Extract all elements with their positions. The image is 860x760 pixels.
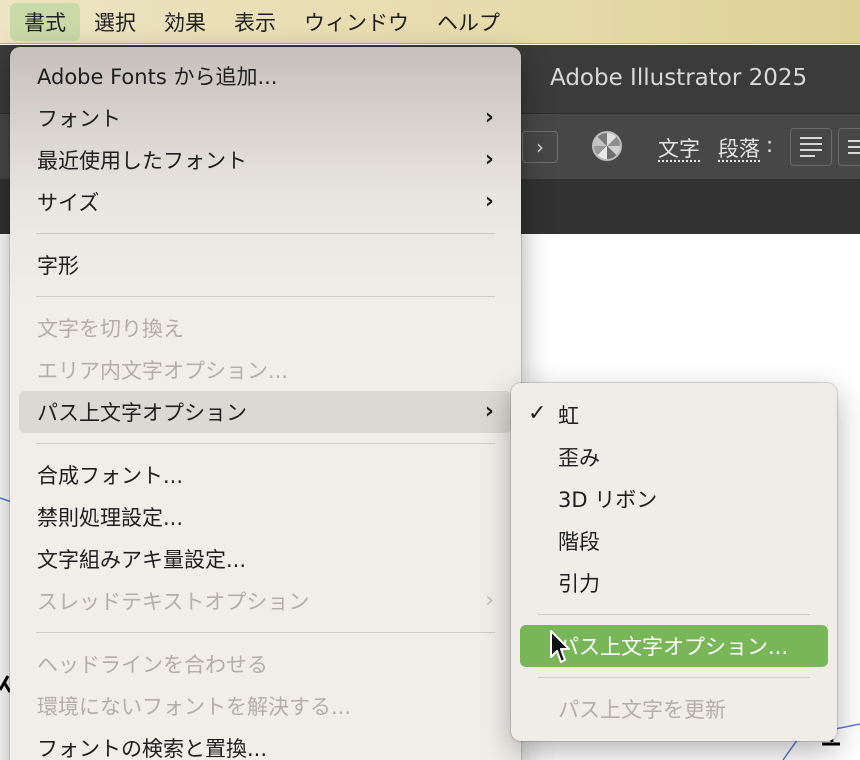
menu-item: 環境にないフォントを解決する...: [19, 685, 512, 727]
menu-item-label: スレッドテキストオプション: [37, 590, 310, 614]
menu-item-label: 文字組みアキ量設定...: [37, 548, 247, 572]
chevron-right-icon: ›: [484, 147, 494, 172]
paragraph-colon: :: [766, 133, 774, 157]
align-left-icon[interactable]: [790, 128, 832, 166]
menu-item-label: 合成フォント...: [37, 464, 184, 488]
menubar-item[interactable]: ヘルプ: [423, 3, 514, 41]
menu-item-label: 文字を切り換え: [37, 317, 184, 341]
menubar-item[interactable]: ウィンドウ: [290, 3, 423, 41]
submenu-item-label: 階段: [558, 530, 600, 554]
menu-item-label: エリア内文字オプション...: [37, 359, 289, 383]
menu-item-label: 字形: [37, 254, 79, 278]
menubar-item[interactable]: 書式: [10, 2, 80, 41]
menu-item[interactable]: フォント ›: [19, 97, 512, 139]
submenu-item[interactable]: 歪み: [520, 436, 828, 478]
menu-item-label: 禁則処理設定...: [37, 506, 184, 530]
menu-item: ヘッドラインを合わせる: [19, 643, 512, 685]
submenu-item-label: 引力: [558, 572, 600, 596]
chevron-right-icon[interactable]: ›: [522, 131, 558, 163]
menu-item-label: サイズ: [37, 191, 100, 215]
submenu-separator: [538, 677, 810, 678]
submenu-item[interactable]: 階段: [520, 520, 828, 562]
menu-item: スレッドテキストオプション ›: [19, 580, 512, 622]
menu-item-label: 環境にないフォントを解決する...: [37, 695, 352, 719]
menu-item[interactable]: 最近使用したフォント ›: [19, 139, 512, 181]
menubar-item[interactable]: 選択: [80, 3, 150, 41]
recolor-artwork-icon[interactable]: [592, 131, 622, 161]
menu-item-label: フォント: [37, 107, 121, 131]
menu-item[interactable]: Adobe Fonts から追加...: [19, 55, 512, 97]
chevron-right-icon: ›: [484, 399, 494, 424]
submenu-item-label: 虹: [558, 404, 579, 428]
menu-item[interactable]: サイズ ›: [19, 181, 512, 223]
mouse-pointer-icon: [550, 630, 570, 663]
menu-separator: [36, 632, 495, 633]
type-on-path-submenu: ✓ 虹歪み 3D リボン 階段 引力 パス上文字オプション... パス上文字を更新: [511, 383, 837, 741]
menu-separator: [36, 233, 495, 234]
menu-item[interactable]: パス上文字オプション ›: [19, 391, 512, 433]
chevron-right-icon: ›: [484, 189, 494, 214]
menu-item-label: Adobe Fonts から追加...: [37, 65, 278, 89]
submenu-item-label: パス上文字オプション...: [558, 635, 789, 659]
type-menu: Adobe Fonts から追加... フォント › 最近使用したフォント › サイズ › 字…: [10, 47, 521, 760]
menu-bar: 書式 選択 効果 表示 ウィンドウ ヘルプ: [0, 0, 860, 44]
menubar-item[interactable]: 表示: [220, 3, 290, 41]
menu-item[interactable]: 字形: [19, 244, 512, 286]
menu-item-label: パス上文字オプション: [37, 401, 247, 425]
menu-item[interactable]: 合成フォント...: [19, 454, 512, 496]
menu-separator: [36, 296, 495, 297]
paragraph-panel-link[interactable]: 段落: [718, 133, 760, 163]
menubar-item[interactable]: 効果: [150, 3, 220, 41]
chevron-right-icon: ›: [485, 588, 494, 613]
submenu-separator: [538, 614, 810, 615]
submenu-item: パス上文字を更新: [520, 688, 828, 730]
submenu-item[interactable]: 3D リボン: [520, 478, 828, 520]
submenu-item[interactable]: 引力: [520, 562, 828, 604]
character-panel-link[interactable]: 文字: [658, 133, 700, 163]
checkmark-icon: ✓: [528, 401, 547, 426]
menu-item[interactable]: フォントの検索と置換...: [19, 727, 512, 760]
menu-separator: [36, 443, 495, 444]
submenu-item-label: 歪み: [558, 446, 600, 470]
align-center-icon[interactable]: [838, 128, 860, 166]
submenu-item[interactable]: ✓ 虹: [520, 394, 828, 436]
menu-item-label: 最近使用したフォント: [37, 149, 247, 173]
menu-item: 文字を切り換え: [19, 307, 512, 349]
submenu-item-label: パス上文字を更新: [558, 698, 726, 722]
app-title: Adobe Illustrator 2025: [550, 65, 808, 91]
menu-item[interactable]: 禁則処理設定...: [19, 496, 512, 538]
menu-item: エリア内文字オプション...: [19, 349, 512, 391]
menu-item-label: ヘッドラインを合わせる: [37, 653, 268, 677]
menu-item-label: フォントの検索と置換...: [37, 737, 268, 760]
chevron-right-icon: ›: [484, 105, 494, 130]
submenu-item-label: 3D リボン: [558, 488, 658, 512]
menu-item[interactable]: 文字組みアキ量設定...: [19, 538, 512, 580]
